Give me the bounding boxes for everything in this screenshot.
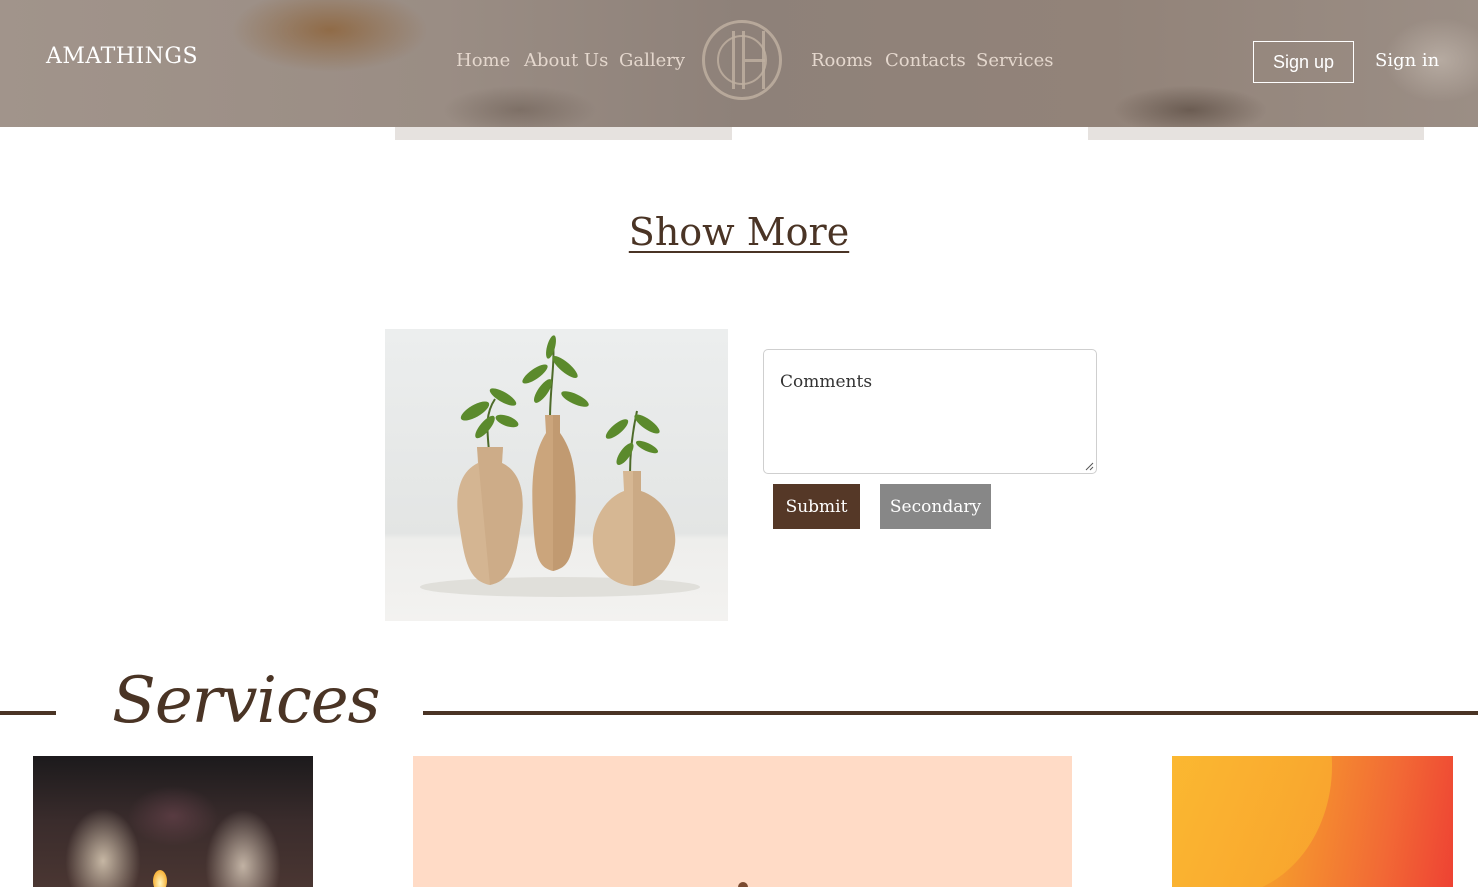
logo-emblem[interactable] (702, 20, 782, 100)
sign-in-link[interactable]: Sign in (1375, 50, 1439, 71)
show-more-link[interactable]: Show More (0, 210, 1478, 254)
service-card-orange[interactable] (1172, 756, 1453, 887)
service-card-candles[interactable] (33, 756, 313, 887)
nav-about-us[interactable]: About Us (524, 50, 608, 71)
nav-gallery[interactable]: Gallery (619, 50, 685, 71)
secondary-button[interactable]: Secondary (880, 484, 991, 529)
nav-contacts[interactable]: Contacts (885, 50, 966, 71)
candle-flame (153, 870, 167, 887)
logo-bar-left (732, 31, 735, 89)
brand-name[interactable]: AMATHINGS (46, 44, 198, 69)
logo-crossbar (745, 59, 765, 62)
sign-up-button[interactable]: Sign up (1253, 41, 1354, 83)
gallery-card-edge-right (1088, 127, 1424, 140)
service-card-peach[interactable] (413, 756, 1072, 887)
vases-illustration (420, 335, 700, 597)
services-heading: Services (112, 664, 380, 738)
resize-grip-icon[interactable] (1085, 462, 1094, 471)
services-rule-right (423, 711, 1478, 715)
submit-button[interactable]: Submit (773, 484, 860, 529)
services-rule-left (0, 711, 56, 715)
nav-home[interactable]: Home (456, 50, 510, 71)
peach-card-mark (738, 882, 748, 887)
vases-photo (385, 329, 728, 621)
nav-rooms[interactable]: Rooms (811, 50, 873, 71)
gallery-card-edge-left (395, 127, 732, 140)
comments-textarea[interactable] (763, 349, 1097, 474)
nav-services[interactable]: Services (976, 50, 1053, 71)
orange-card-swoosh (1172, 756, 1332, 887)
site-header: AMATHINGS Home About Us Gallery Rooms Co… (0, 0, 1478, 127)
